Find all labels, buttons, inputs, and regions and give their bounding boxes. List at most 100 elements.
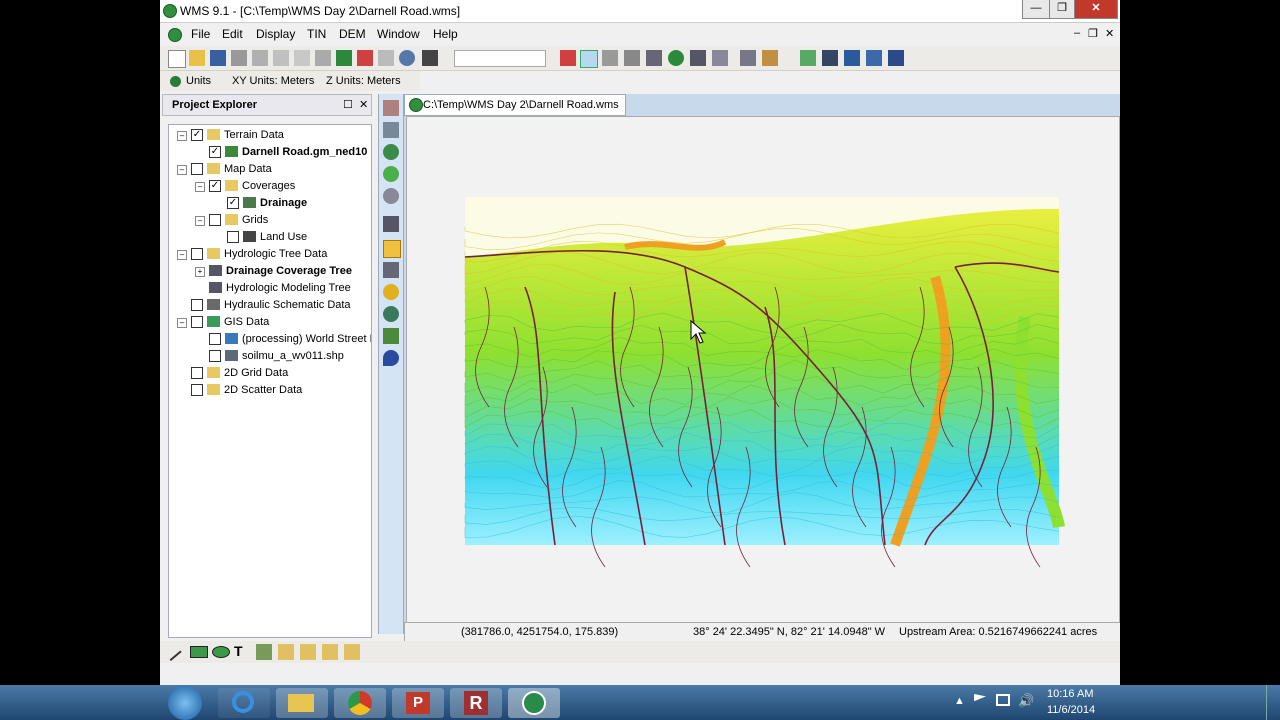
image-insert-icon[interactable] <box>256 644 272 660</box>
menu-help[interactable]: Help <box>433 27 458 41</box>
tree-checkbox[interactable]: ✓ <box>209 180 221 192</box>
clock-time[interactable]: 10:16 AM <box>1047 688 1093 700</box>
minimize-button[interactable]: — <box>1022 0 1050 19</box>
tree-expander[interactable]: – <box>177 318 187 328</box>
send-back-icon[interactable] <box>300 644 316 660</box>
tree-checkbox[interactable]: ✓ <box>191 129 203 141</box>
tree-expander[interactable]: – <box>195 182 205 192</box>
new-file-icon[interactable] <box>168 50 186 68</box>
tree-checkbox[interactable] <box>191 367 203 379</box>
tree-checkbox[interactable] <box>191 163 203 175</box>
menu-window[interactable]: Window <box>377 27 420 41</box>
wms-icon[interactable] <box>508 688 560 718</box>
node-tool-icon[interactable] <box>383 284 399 300</box>
refresh-icon[interactable] <box>336 50 352 66</box>
map-canvas[interactable] <box>406 116 1120 624</box>
light-tool-icon[interactable] <box>383 188 399 204</box>
globe-icon[interactable] <box>668 50 684 66</box>
database-icon[interactable] <box>888 50 904 66</box>
powerpoint-icon[interactable]: P <box>392 688 444 718</box>
tree-checkbox[interactable] <box>209 214 221 226</box>
question-icon[interactable] <box>378 50 394 66</box>
save-icon[interactable] <box>210 50 226 66</box>
select-icon[interactable] <box>560 50 576 66</box>
node-icon[interactable] <box>602 50 618 66</box>
tree-checkbox[interactable] <box>209 333 221 345</box>
select-tool-icon[interactable] <box>383 100 399 116</box>
delete-icon[interactable] <box>422 50 438 66</box>
link-icon[interactable] <box>624 50 640 66</box>
help-icon[interactable] <box>399 50 415 66</box>
display-options-icon[interactable] <box>357 50 373 66</box>
image-tool-icon[interactable] <box>844 50 860 66</box>
tree-checkbox[interactable] <box>191 248 203 260</box>
flag-icon[interactable] <box>800 50 816 66</box>
flag-tray-icon[interactable] <box>974 694 986 702</box>
scatter-icon[interactable] <box>712 50 728 66</box>
water-drop-icon[interactable] <box>383 350 399 366</box>
basin-tool-icon[interactable] <box>383 306 399 322</box>
print-icon[interactable] <box>231 50 247 66</box>
chrome-icon[interactable] <box>334 688 386 718</box>
draw-ellipse-icon[interactable] <box>212 646 230 658</box>
close-button[interactable]: ✕ <box>1074 0 1118 19</box>
stream-tool-icon[interactable] <box>383 240 401 258</box>
point-tool-icon[interactable] <box>383 216 399 232</box>
map-tool-icon[interactable] <box>740 50 756 66</box>
tree-expander[interactable]: – <box>177 131 187 141</box>
document-tab[interactable]: C:\Temp\WMS Day 2\Darnell Road.wms <box>404 94 626 116</box>
rotate-icon[interactable] <box>315 50 331 66</box>
volume-tray-icon[interactable]: 🔊 <box>1018 693 1034 709</box>
gis-tool-icon[interactable] <box>822 50 838 66</box>
tree-checkbox[interactable] <box>191 299 203 311</box>
open-folder-icon[interactable] <box>189 50 205 66</box>
tree-expander[interactable]: – <box>177 250 187 260</box>
drainage-module-icon[interactable] <box>580 50 598 68</box>
mdi-minimize-button[interactable]: – <box>1074 27 1080 39</box>
terrain-map[interactable] <box>407 117 1119 623</box>
outlet-tool-icon[interactable] <box>383 328 399 344</box>
clock-date[interactable]: 11/6/2014 <box>1047 704 1095 716</box>
zoom-extents-icon[interactable] <box>294 50 310 66</box>
mdi-restore-button[interactable]: ❐ <box>1088 27 1098 40</box>
tree-checkbox[interactable] <box>191 384 203 396</box>
tree-checkbox[interactable] <box>209 350 221 362</box>
tree-icon[interactable] <box>646 50 662 66</box>
move-backward-icon[interactable] <box>344 644 360 660</box>
zoom-tool-icon[interactable] <box>383 122 399 138</box>
tree-expander[interactable]: + <box>195 267 205 277</box>
menu-file[interactable]: File <box>191 27 210 41</box>
tree-expander[interactable]: – <box>177 165 187 175</box>
tray-arrow-icon[interactable]: ▲ <box>954 695 965 707</box>
network-tray-icon[interactable] <box>996 694 1010 706</box>
tree-checkbox[interactable] <box>191 316 203 328</box>
move-forward-icon[interactable] <box>322 644 338 660</box>
units-button[interactable]: Units <box>186 75 211 87</box>
menu-edit[interactable]: Edit <box>222 27 243 41</box>
module-select[interactable] <box>454 50 546 67</box>
internet-explorer-icon[interactable] <box>218 688 270 718</box>
pan-tool-icon[interactable] <box>383 144 399 160</box>
frame-icon[interactable] <box>273 50 289 66</box>
bring-front-icon[interactable] <box>278 644 294 660</box>
start-button[interactable] <box>168 686 202 720</box>
menu-dem[interactable]: DEM <box>339 27 366 41</box>
draw-line-icon[interactable] <box>168 648 182 662</box>
text-tool-icon[interactable]: T <box>234 643 243 659</box>
menu-tin[interactable]: TIN <box>307 27 326 41</box>
tool-icon[interactable] <box>252 50 268 66</box>
line-tool-icon[interactable] <box>383 262 399 278</box>
rotate-tool-icon[interactable] <box>383 166 399 182</box>
panel-close-button[interactable]: ✕ <box>359 98 368 111</box>
restore-button[interactable]: ❐ <box>1049 0 1075 19</box>
raster-icon[interactable] <box>866 50 882 66</box>
tree-checkbox[interactable] <box>227 231 239 243</box>
draw-rectangle-icon[interactable] <box>190 646 208 658</box>
tree-expander[interactable]: – <box>195 216 205 226</box>
grid-icon[interactable] <box>690 50 706 66</box>
tree-checkbox[interactable]: ✓ <box>227 197 239 209</box>
folder-icon[interactable] <box>276 688 328 718</box>
show-desktop-button[interactable] <box>1266 685 1280 720</box>
r-icon[interactable]: R <box>450 688 502 718</box>
panel-pin-button[interactable]: ☐ <box>343 98 353 111</box>
